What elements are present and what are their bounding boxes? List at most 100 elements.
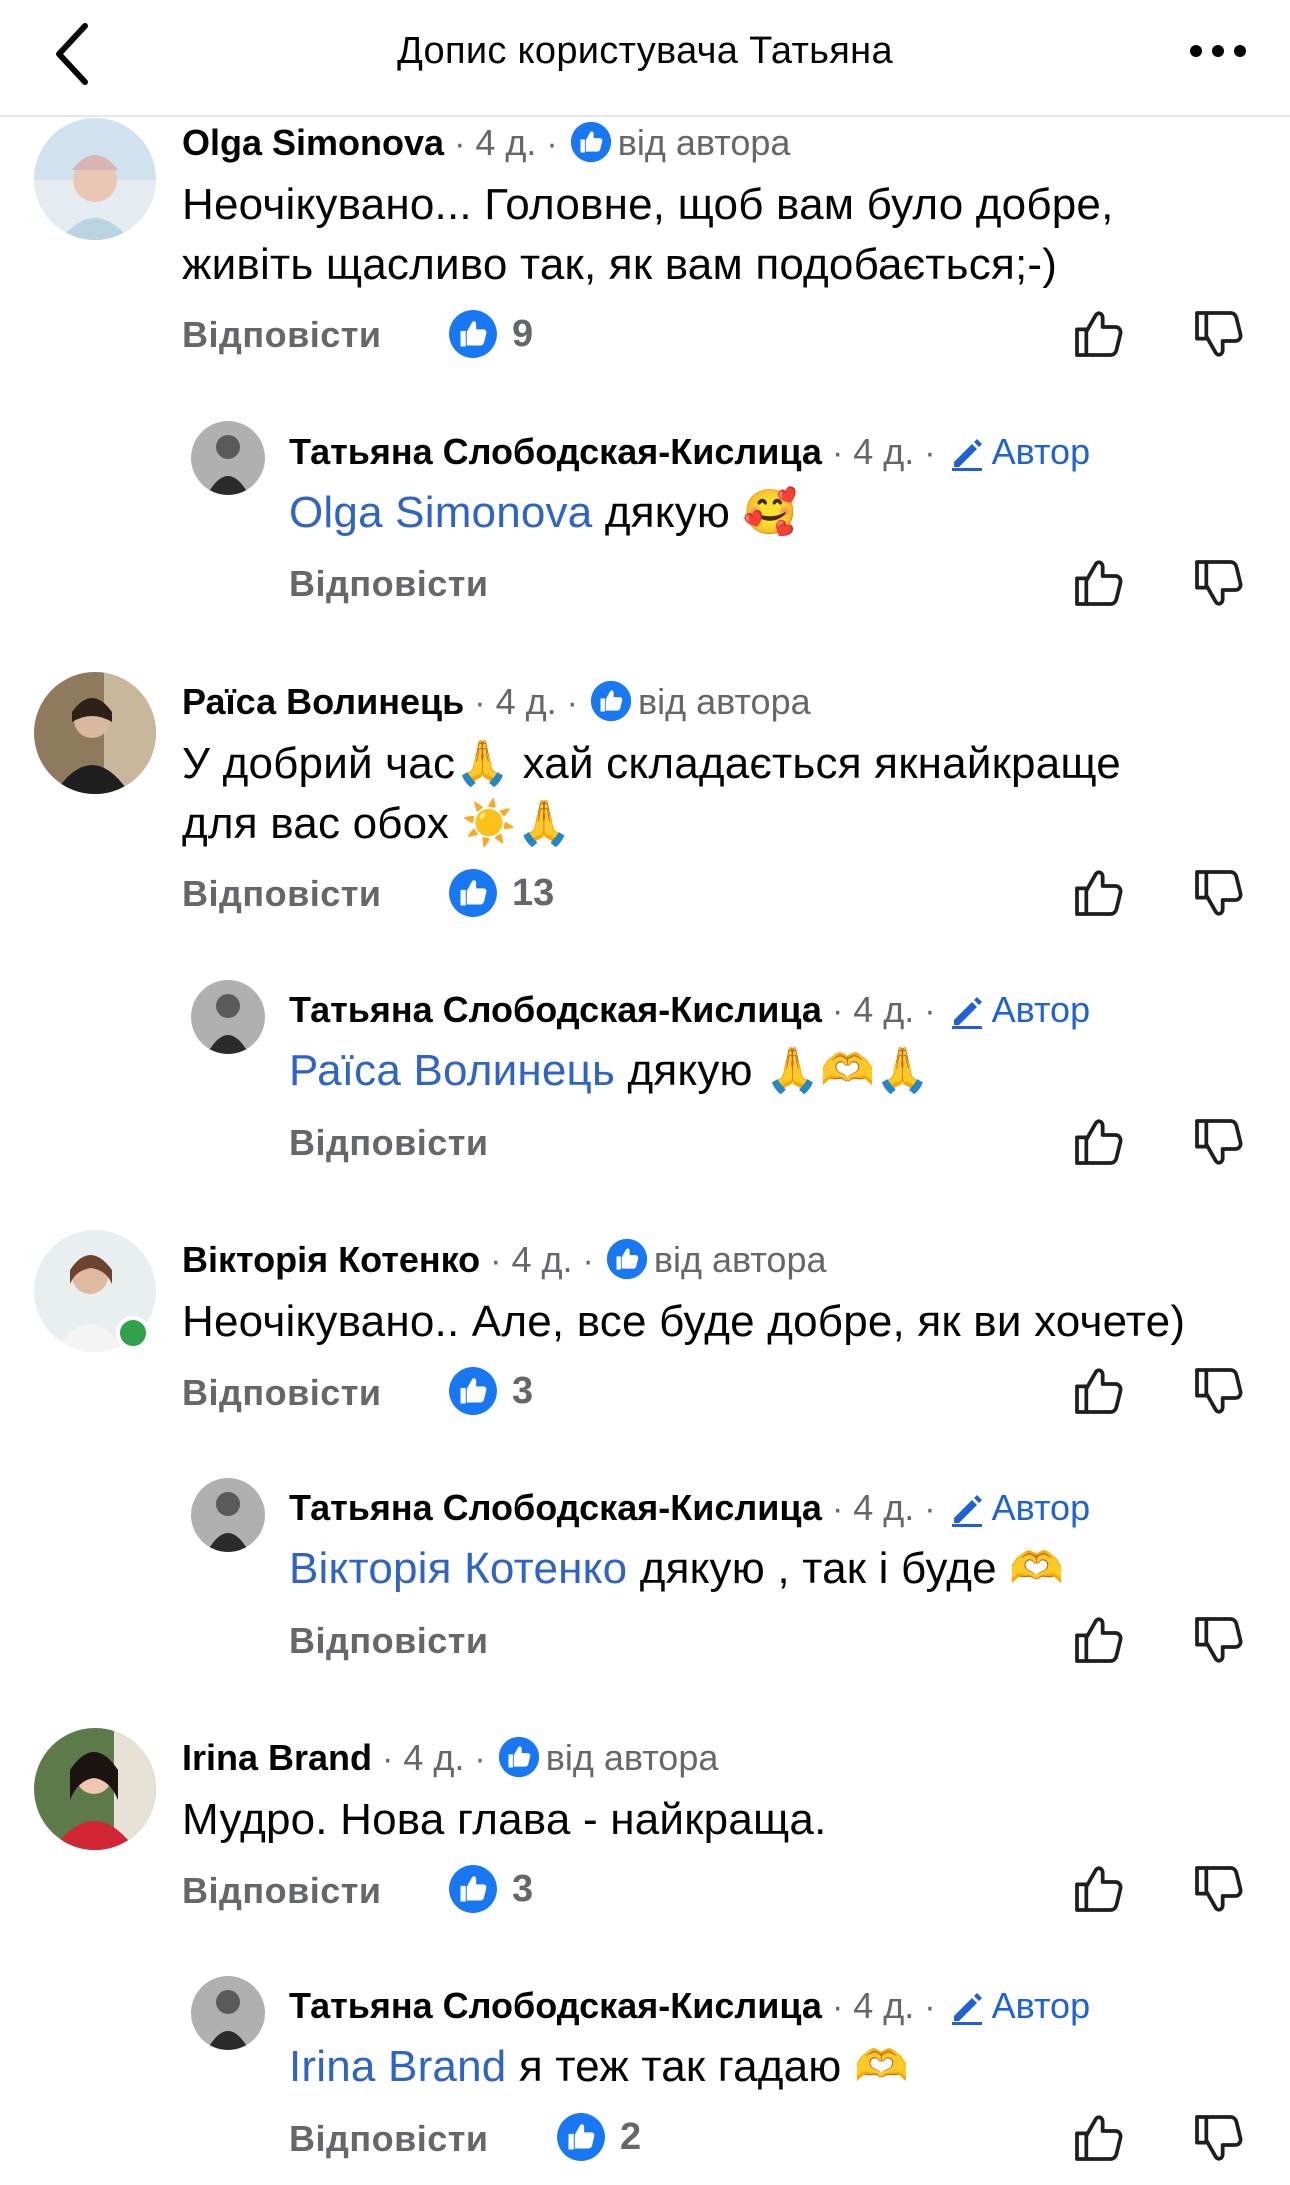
downvote-icon[interactable] — [1190, 865, 1246, 921]
separator-dot: · — [490, 1242, 502, 1280]
downvote-icon[interactable] — [1190, 1612, 1246, 1668]
reply-button[interactable]: Відповісти — [182, 1372, 382, 1414]
comment-emoji: ☀️🙏 — [461, 798, 572, 849]
comment-author[interactable]: Раїса Волинець — [182, 681, 464, 722]
like-count-value: 3 — [512, 1867, 534, 1910]
comment-text: Мудро. Нова глава - найкраща. — [182, 1795, 827, 1844]
mention-link[interactable]: Раїса Волинець — [289, 1046, 615, 1095]
top-bar: Допис користувача Татьяна — [0, 0, 1290, 117]
downvote-icon[interactable] — [1190, 555, 1246, 611]
mention-link[interactable]: Olga Simonova — [289, 488, 592, 537]
reply-emoji: 🙏🫶🙏 — [765, 1045, 931, 1096]
like-badge-icon — [570, 121, 612, 163]
reply-time[interactable]: 4 д. — [853, 1985, 914, 2026]
avatar[interactable] — [191, 421, 265, 495]
comment-time[interactable]: 4 д. — [475, 122, 536, 163]
reply-button[interactable]: Відповісти — [182, 873, 382, 915]
reply-text: Вікторія Котенко дякую , так і буде 🫶 — [289, 1539, 1064, 1599]
reply-text-content: дякую — [592, 488, 743, 537]
reply-button[interactable]: Відповісти — [289, 2118, 489, 2160]
reply-button[interactable]: Відповісти — [289, 563, 489, 605]
mention-link[interactable]: Вікторія Котенко — [289, 1544, 627, 1593]
reply-author[interactable]: Татьяна Слободская-Кислица — [289, 1487, 822, 1528]
mention-link[interactable]: Irina Brand — [289, 2042, 506, 2091]
separator-dot: · — [454, 125, 466, 163]
reply-author[interactable]: Татьяна Слободская-Кислица — [289, 1985, 822, 2026]
upvote-icon[interactable] — [1070, 2110, 1126, 2166]
comment-time[interactable]: 4 д. — [403, 1737, 464, 1778]
reply-text: Olga Simonova дякую 🥰 — [289, 483, 798, 543]
more-dots-icon[interactable] — [1186, 36, 1250, 66]
comment-time[interactable]: 4 д. — [496, 681, 557, 722]
separator-dot: · — [831, 1490, 844, 1528]
online-status-indicator — [116, 1316, 150, 1350]
upvote-icon[interactable] — [1070, 1363, 1126, 1419]
comment-text: У добрий час🙏 хай складається якнайкраще… — [182, 734, 1121, 854]
author-badge: Автор — [991, 431, 1091, 472]
upvote-icon[interactable] — [1070, 1612, 1126, 1668]
downvote-icon[interactable] — [1190, 1363, 1246, 1419]
like-count-value: 3 — [512, 1369, 534, 1412]
reply-time[interactable]: 4 д. — [853, 1487, 914, 1528]
upvote-icon[interactable] — [1070, 555, 1126, 611]
comment-text-line: для вас обох — [182, 799, 462, 848]
avatar[interactable] — [191, 1976, 265, 2050]
separator-dot: · — [831, 434, 844, 472]
comment-text-line: хай складається якнайкраще — [510, 739, 1121, 788]
pencil-icon — [951, 1495, 982, 1527]
like-count[interactable]: 13 — [448, 868, 554, 918]
like-badge-icon — [448, 868, 498, 918]
downvote-icon[interactable] — [1190, 2110, 1246, 2166]
avatar[interactable] — [34, 118, 156, 240]
downvote-icon[interactable] — [1190, 1114, 1246, 1170]
like-count[interactable]: 2 — [556, 2112, 641, 2162]
comment-author[interactable]: Olga Simonova — [182, 122, 444, 163]
like-badge-icon — [606, 1238, 648, 1280]
reply-text: Irina Brand я теж так гадаю 🫶 — [289, 2037, 909, 2097]
comment-text-line: Неочікувано... Головне, щоб вам було доб… — [182, 180, 1114, 229]
upvote-icon[interactable] — [1070, 865, 1126, 921]
avatar[interactable] — [191, 980, 265, 1054]
reply-button[interactable]: Відповісти — [182, 1870, 382, 1912]
separator-dot: · — [474, 684, 486, 722]
like-count[interactable]: 9 — [448, 309, 533, 359]
avatar[interactable] — [191, 1478, 265, 1552]
downvote-icon[interactable] — [1190, 1861, 1246, 1917]
reply-text-content: дякую , так і буде — [627, 1544, 1010, 1593]
from-author-badge: від автора — [637, 681, 811, 722]
like-badge-icon — [590, 680, 632, 722]
reply-author[interactable]: Татьяна Слободская-Кислица — [289, 431, 822, 472]
reply-time[interactable]: 4 д. — [853, 989, 914, 1030]
like-count[interactable]: 3 — [448, 1366, 533, 1416]
upvote-icon[interactable] — [1070, 306, 1126, 362]
separator-dot: · — [831, 1988, 844, 2026]
reply-button[interactable]: Відповісти — [289, 1122, 489, 1164]
author-badge: Автор — [991, 1985, 1091, 2026]
avatar[interactable] — [34, 672, 156, 794]
reply-text-content: дякую — [615, 1046, 766, 1095]
like-badge-icon — [498, 1736, 540, 1778]
separator-dot: · — [924, 992, 936, 1030]
pencil-icon — [951, 439, 982, 471]
reply-author[interactable]: Татьяна Слободская-Кислица — [289, 989, 822, 1030]
avatar[interactable] — [34, 1728, 156, 1850]
like-count[interactable]: 3 — [448, 1864, 533, 1914]
reply-button[interactable]: Відповісти — [182, 314, 382, 356]
reply-emoji: 🫶 — [1009, 1543, 1065, 1594]
reply-button[interactable]: Відповісти — [289, 1620, 489, 1662]
like-count-value: 9 — [512, 312, 534, 355]
upvote-icon[interactable] — [1070, 1114, 1126, 1170]
comment-time[interactable]: 4 д. — [512, 1239, 573, 1280]
separator-dot: · — [546, 125, 558, 163]
comment-author[interactable]: Irina Brand — [182, 1737, 372, 1778]
reply-time[interactable]: 4 д. — [853, 431, 914, 472]
like-badge-icon — [448, 1864, 498, 1914]
comment-emoji: 🙏 — [455, 738, 511, 789]
from-author-badge: від автора — [545, 1737, 719, 1778]
comment-author[interactable]: Вікторія Котенко — [182, 1239, 480, 1280]
downvote-icon[interactable] — [1190, 306, 1246, 362]
upvote-icon[interactable] — [1070, 1861, 1126, 1917]
page-title: Допис користувача Татьяна — [397, 30, 893, 72]
comment-text-line: живіть щасливо так, як вам подобається;-… — [182, 240, 1058, 289]
separator-dot: · — [474, 1740, 486, 1778]
